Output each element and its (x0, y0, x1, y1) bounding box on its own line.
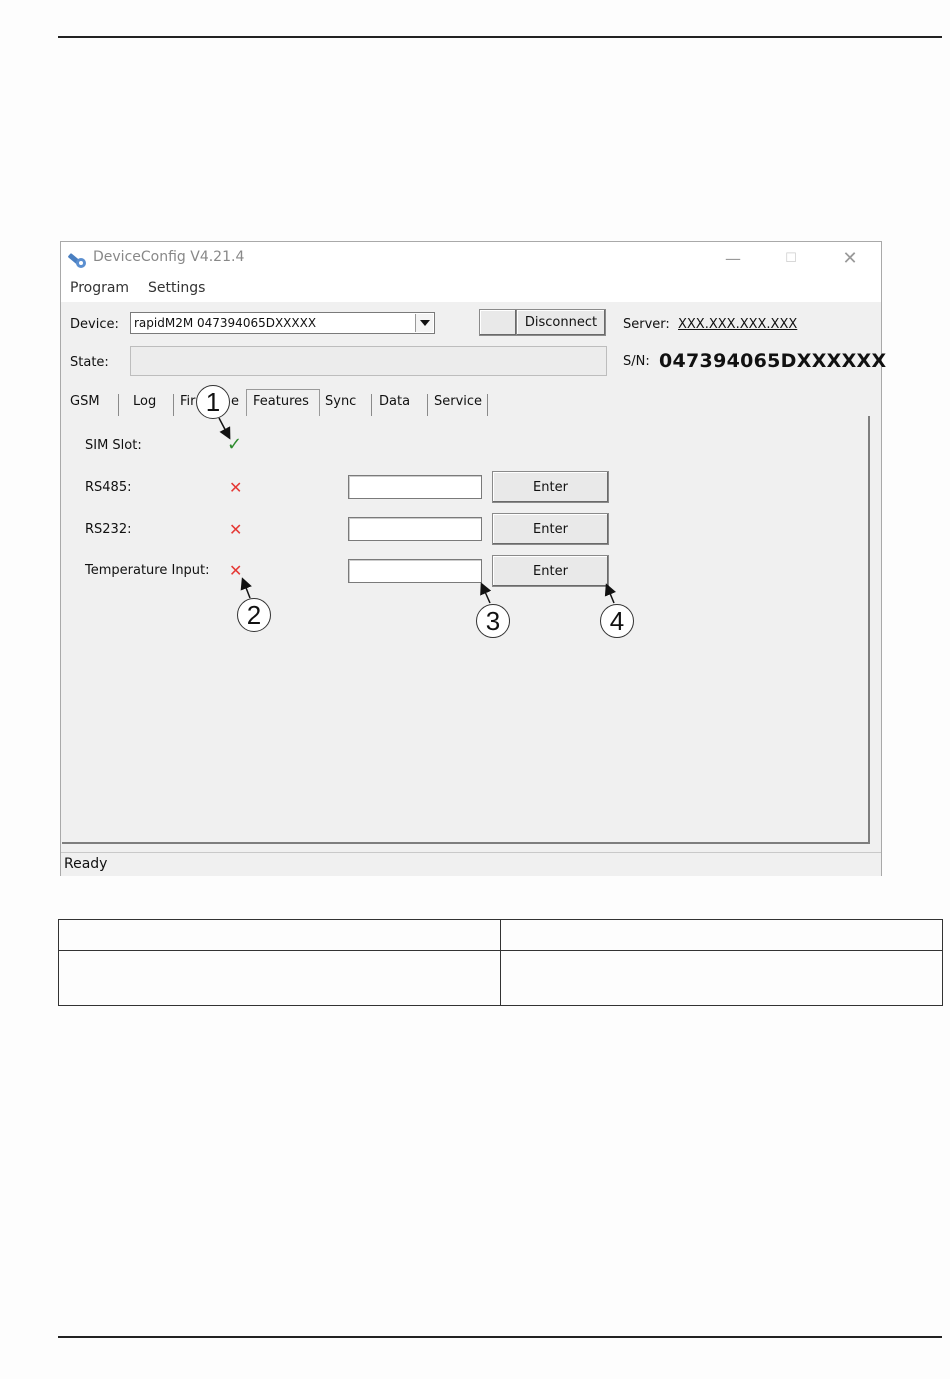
callout-4: 4 (600, 604, 634, 638)
table-row (58, 950, 943, 1006)
callout-arrow-1 (218, 417, 231, 440)
footer-rule (58, 1336, 942, 1338)
callout-arrow-3 (480, 582, 492, 604)
callout-arrow-2 (240, 577, 252, 599)
legend-table (58, 919, 943, 1006)
table-row (58, 919, 943, 951)
callout-arrows (218, 417, 616, 604)
table-header-cell (500, 919, 943, 951)
table-header-cell (58, 919, 501, 951)
callout-2: 2 (237, 598, 271, 632)
callout-1: 1 (196, 385, 230, 419)
callout-3: 3 (476, 604, 510, 638)
callout-arrow-4 (604, 583, 616, 604)
table-cell (58, 950, 501, 1006)
table-cell (500, 950, 943, 1006)
